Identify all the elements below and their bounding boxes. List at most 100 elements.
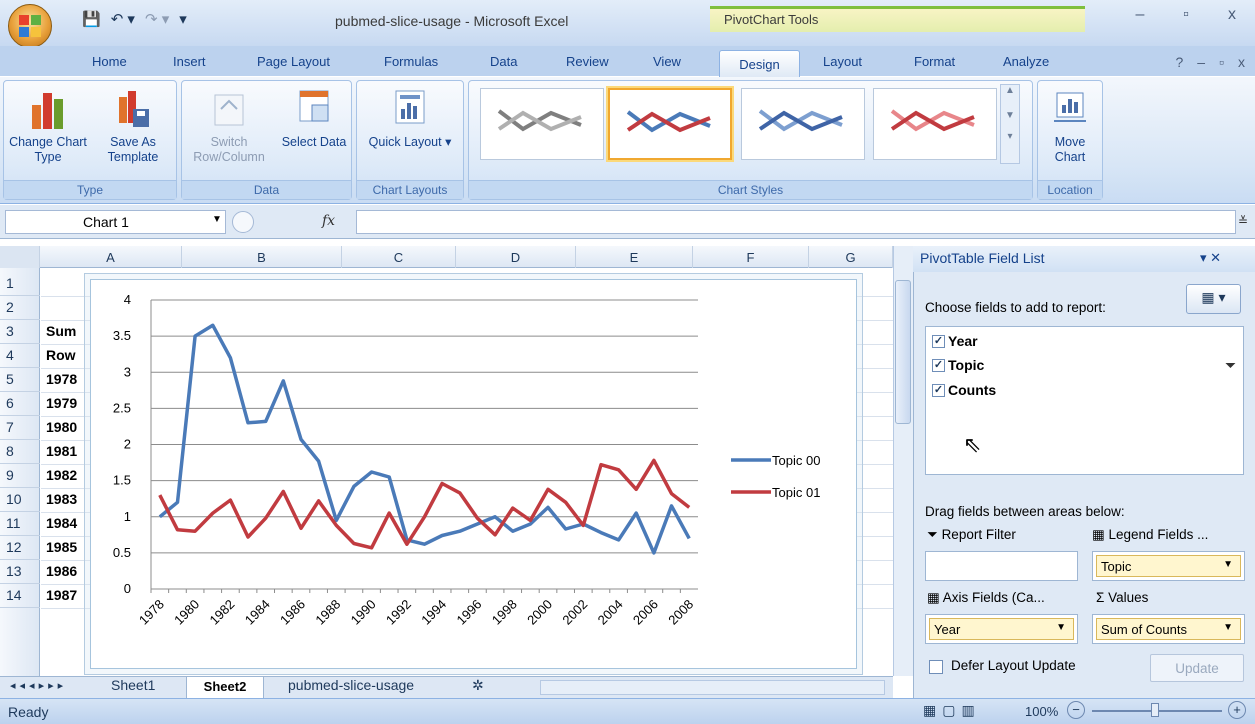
tab-review[interactable]: Review [566, 54, 609, 69]
customize-qat-icon[interactable]: ▾ [179, 10, 187, 28]
chart-style-gray[interactable] [480, 88, 604, 160]
x-tick-label: 1990 [348, 597, 379, 628]
values-area[interactable]: Sum of Counts ▼ [1092, 614, 1245, 644]
zoom-in-button[interactable]: + [1228, 701, 1246, 719]
tab-analyze[interactable]: Analyze [1003, 54, 1049, 69]
maximize-button[interactable]: ▫ [1163, 0, 1209, 32]
field-topic-checkbox[interactable]: ✓ [932, 358, 945, 372]
horizontal-scrollbar[interactable] [540, 680, 885, 695]
field-year-checkbox[interactable]: ✓ [932, 334, 945, 348]
change-chart-type-button[interactable]: Change Chart Type [8, 87, 88, 165]
office-button[interactable] [8, 4, 52, 48]
field-counts[interactable]: ✓ Counts [932, 382, 996, 398]
row-header-4[interactable]: 4 [0, 344, 40, 368]
values-field-sum-of-counts[interactable]: Sum of Counts ▼ [1096, 618, 1241, 640]
row-header-10[interactable]: 10 [0, 488, 40, 512]
field-list-layout-button[interactable]: ▦ ▾ [1186, 284, 1241, 314]
row-header-7[interactable]: 7 [0, 416, 40, 440]
name-box[interactable]: Chart 1 [5, 210, 226, 234]
tab-formulas[interactable]: Formulas [384, 54, 438, 69]
field-counts-checkbox[interactable]: ✓ [932, 383, 945, 397]
tab-layout[interactable]: Layout [823, 54, 862, 69]
chart-styles-scroll[interactable]: ▲ ▼ ▾ [1000, 84, 1020, 164]
row-header-13[interactable]: 13 [0, 560, 40, 584]
tab-home[interactable]: Home [92, 54, 127, 69]
zoom-out-button[interactable]: − [1067, 701, 1085, 719]
tab-data[interactable]: Data [490, 54, 517, 69]
move-chart-icon [1054, 92, 1086, 122]
save-icon[interactable]: 💾 [82, 10, 101, 28]
row-header-9[interactable]: 9 [0, 464, 40, 488]
view-buttons[interactable]: ▦▢▥ [923, 702, 981, 719]
pivot-pane-controls[interactable]: ▾ ✕ [1200, 250, 1221, 266]
select-data-button[interactable]: Select Data [280, 87, 348, 150]
tab-view[interactable]: View [653, 54, 681, 69]
tab-design[interactable]: Design [719, 50, 800, 77]
undo-icon[interactable]: ↶ ▾ [111, 10, 135, 28]
column-header-d[interactable]: D [456, 246, 576, 268]
vertical-scroll-thumb[interactable] [895, 280, 911, 424]
column-header-e[interactable]: E [576, 246, 693, 268]
column-header-a[interactable]: A [40, 246, 182, 268]
sheet-nav-icons[interactable]: ◂◂◂▸▸▸ [10, 679, 67, 692]
insert-sheet-icon[interactable]: ✲ [472, 677, 484, 694]
chart-style-blue[interactable] [741, 88, 865, 160]
name-box-dropdown-icon[interactable]: ▼ [212, 214, 222, 225]
row-header-8[interactable]: 8 [0, 440, 40, 464]
report-filter-area[interactable] [925, 551, 1078, 581]
chart-style-selected[interactable] [608, 88, 732, 160]
quick-layout-button[interactable]: Quick Layout ▾ [365, 87, 455, 150]
sheet-tab-sheet2[interactable]: Sheet2 [186, 677, 264, 698]
row-header-1[interactable]: 1 [0, 272, 40, 296]
move-chart-label: Move Chart [1054, 135, 1086, 164]
column-header-b[interactable]: B [182, 246, 342, 268]
scroll-down-icon[interactable]: ▼ [1005, 110, 1015, 121]
legend-fields-area[interactable]: Topic ▼ [1092, 551, 1245, 581]
row-header-14[interactable]: 14 [0, 584, 40, 608]
style-preview-red [890, 109, 975, 132]
insert-function-icon[interactable]: fx [322, 213, 335, 229]
select-all-corner[interactable] [0, 246, 40, 268]
redo-icon[interactable]: ↷ ▾ [145, 10, 169, 28]
close-button[interactable]: x [1209, 0, 1255, 32]
row-header-5[interactable]: 5 [0, 368, 40, 392]
formula-input[interactable] [356, 210, 1236, 234]
column-header-g[interactable]: G [809, 246, 893, 268]
sheet-tab-sheet1[interactable]: Sheet1 [111, 677, 155, 693]
row-header-11[interactable]: 11 [0, 512, 40, 536]
defer-layout-checkbox[interactable] [929, 660, 943, 674]
row-header-12[interactable]: 12 [0, 536, 40, 560]
row-header-2[interactable]: 2 [0, 296, 40, 320]
tab-page-layout[interactable]: Page Layout [257, 54, 330, 69]
switch-row-column-button[interactable]: Switch Row/Column [186, 87, 272, 165]
tab-insert[interactable]: Insert [173, 54, 206, 69]
row-header-6[interactable]: 6 [0, 392, 40, 416]
axis-fields-area[interactable]: Year ▼ [925, 614, 1078, 644]
doc-close-button[interactable]: x [1238, 54, 1245, 70]
pivot-chart[interactable]: 0 0.5 1 1.5 2 2.5 3 3.5 4 1978 1980 1982 1984 1986 198… [90, 279, 857, 669]
expand-formula-bar-icon[interactable]: ≚ [1238, 214, 1248, 228]
minimize-button[interactable]: – [1117, 0, 1163, 32]
tab-format[interactable]: Format [914, 54, 955, 69]
legend-field-topic[interactable]: Topic ▼ [1096, 555, 1241, 577]
zoom-slider-thumb[interactable] [1151, 703, 1159, 717]
chart-style-red[interactable] [873, 88, 997, 160]
row-header-3[interactable]: 3 [0, 320, 40, 344]
axis-fields-text: Axis Fields (Ca... [942, 590, 1045, 605]
doc-minimize-button[interactable]: – [1197, 54, 1205, 70]
filter-icon[interactable]: ⏷ [1225, 357, 1236, 374]
field-topic[interactable]: ✓ Topic [932, 357, 984, 373]
sheet-tab-pubmed[interactable]: pubmed-slice-usage [288, 677, 414, 693]
update-button[interactable]: Update [1150, 654, 1244, 682]
move-chart-button[interactable]: Move Chart [1042, 87, 1098, 165]
column-header-f[interactable]: F [693, 246, 809, 268]
column-header-c[interactable]: C [342, 246, 456, 268]
axis-field-year[interactable]: Year ▼ [929, 618, 1074, 640]
save-as-template-button[interactable]: Save As Template [92, 87, 174, 165]
doc-restore-button[interactable]: ▫ [1219, 54, 1224, 70]
scroll-up-icon[interactable]: ▲ [1005, 85, 1015, 96]
help-icon[interactable]: ? [1175, 54, 1183, 70]
gallery-more-icon[interactable]: ▾ [1007, 131, 1012, 142]
zoom-level[interactable]: 100% [1025, 704, 1058, 719]
field-year[interactable]: ✓ Year [932, 333, 978, 349]
